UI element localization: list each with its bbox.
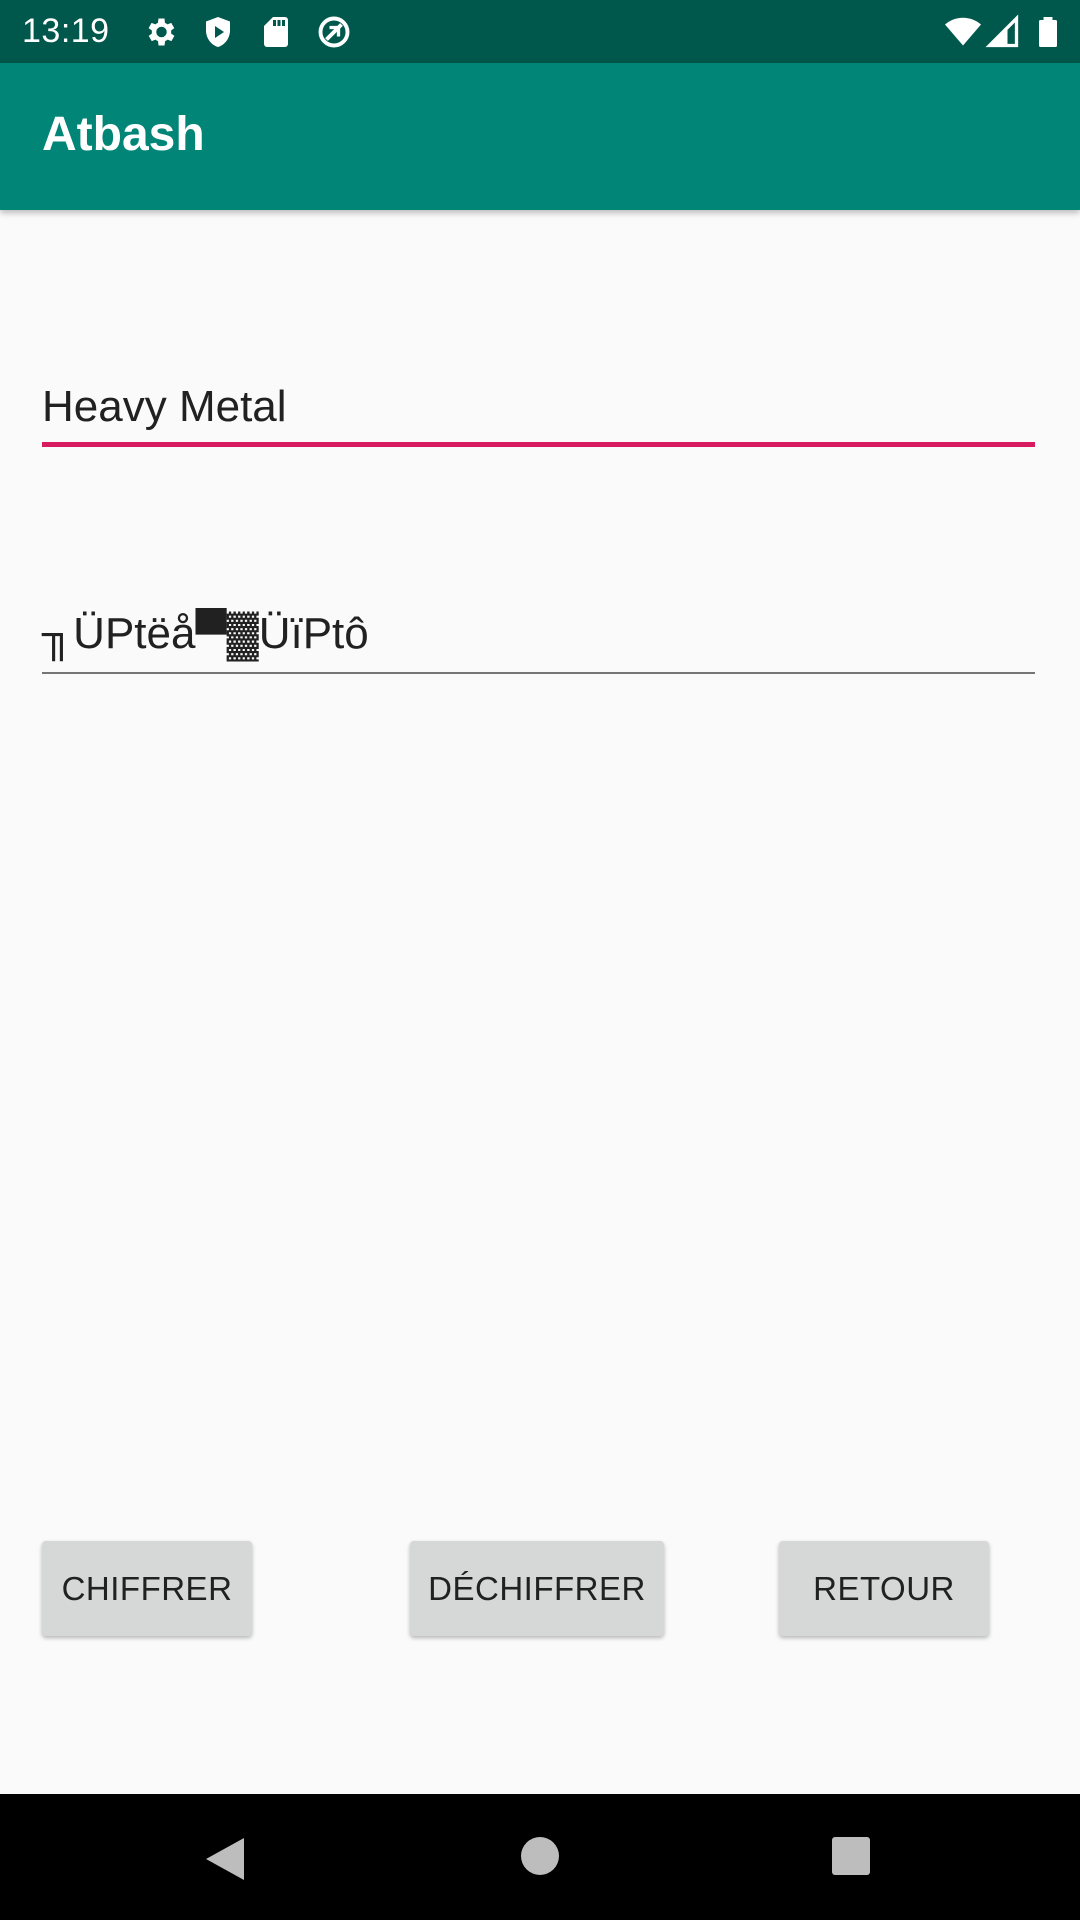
decrypt-button[interactable]: DÉCHIFFRER [410,1541,664,1636]
shield-icon [200,14,236,50]
app-title: Atbash [42,108,205,161]
ciphertext-output-value: ╖ÜPtëå▀▓ÜïPtô [42,609,369,658]
navigation-bar [0,1794,1080,1920]
back-icon[interactable] [204,1836,246,1882]
input-underline [42,442,1035,447]
gear-icon [142,14,178,50]
no-sync-icon [316,14,352,50]
battery-icon [1030,14,1066,50]
signal-icon [985,14,1021,50]
status-time: 13:19 [22,12,110,50]
wifi-icon [945,14,981,50]
status-bar: 13:19 [0,0,1080,63]
encrypt-button[interactable]: CHIFFRER [42,1541,252,1636]
plaintext-input[interactable]: Heavy Metal [42,360,1035,447]
output-underline [42,672,1035,674]
home-icon[interactable] [520,1836,560,1876]
plaintext-input-value: Heavy Metal [42,382,287,431]
ciphertext-output[interactable]: ╖ÜPtëå▀▓ÜïPtô [42,600,1035,674]
recents-icon[interactable] [832,1837,870,1875]
back-button[interactable]: RETOUR [779,1541,989,1636]
app-bar: Atbash [0,63,1080,210]
sd-card-icon [258,14,294,50]
